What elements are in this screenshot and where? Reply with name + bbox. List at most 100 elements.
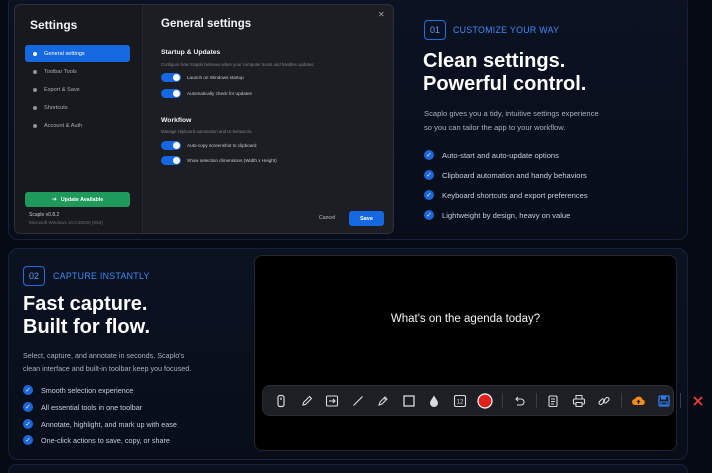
feature-item: ✓ All essential tools in one toolbar [23, 402, 142, 412]
check-icon: ✓ [424, 210, 434, 220]
show-dimensions-toggle[interactable] [161, 155, 181, 165]
update-available-button[interactable]: ➜ Update Available [25, 192, 130, 207]
nav-item-general-settings[interactable]: General settings [25, 45, 130, 62]
startup-updates-heading: Startup & Updates [161, 49, 221, 56]
marker-tool-icon[interactable] [374, 392, 392, 410]
workflow-heading: Workflow [161, 117, 192, 124]
close-icon[interactable]: ✕ [378, 10, 385, 19]
toolbar-separator [501, 393, 503, 408]
nav-item-label: Export & Save [44, 86, 80, 93]
update-button-label: Update Available [60, 196, 104, 203]
headline-line: Powerful control. [423, 73, 587, 95]
arrow-tool-icon[interactable] [323, 392, 341, 410]
description-line: so you can tailor the app to your workfl… [424, 122, 566, 132]
print-icon[interactable] [570, 392, 588, 410]
feature-item: ✓ Keyboard shortcuts and export preferenc… [424, 190, 588, 200]
section-description: Select, capture, and annotate in seconds… [23, 349, 191, 375]
select-tool-icon[interactable] [272, 392, 290, 410]
feature-item: ✓ One-click actions to save, copy, or sha… [23, 435, 170, 445]
rectangle-tool-icon[interactable] [400, 392, 418, 410]
upload-icon[interactable] [629, 392, 647, 410]
description-line: clean interface and built-in toolbar kee… [23, 364, 192, 373]
check-icon: ✓ [23, 385, 33, 395]
toolbar-separator [620, 393, 622, 408]
toggle-label: Automatically check for updates [187, 90, 252, 96]
nav-dot-icon [33, 51, 37, 56]
close-icon[interactable] [689, 392, 707, 410]
line-tool-icon[interactable] [349, 392, 367, 410]
toggle-label: Auto-copy screenshot to clipboard [187, 142, 257, 148]
nav-item-label: General settings [44, 50, 85, 57]
check-icon: ✓ [23, 435, 33, 445]
feature-item: ✓ Annotate, highlight, and mark up with e… [23, 419, 177, 429]
color-picker-icon[interactable] [476, 392, 494, 410]
cancel-button[interactable]: Cancel [319, 215, 335, 221]
toggle-label: Launch on Windows startup [187, 74, 244, 80]
section-description: Scaplo gives you a tidy, intuitive setti… [424, 107, 599, 134]
auto-update-toggle[interactable] [161, 88, 181, 98]
pen-tool-icon[interactable] [298, 392, 316, 410]
nav-item-export-save[interactable]: Export & Save [25, 81, 130, 98]
feature-label: Keyboard shortcuts and export preference… [442, 190, 588, 200]
auto-copy-setting: Auto-copy screenshot to clipboard [161, 140, 256, 150]
link-icon[interactable] [595, 392, 613, 410]
toolbar-separator [535, 393, 537, 408]
nav-item-toolbar-tools[interactable]: Toolbar Tools [25, 63, 130, 80]
settings-window: Settings General settings Toolbar Tools … [14, 4, 394, 234]
save-button[interactable]: Save [349, 211, 384, 226]
headline-line: Clean settings. [423, 50, 566, 72]
check-icon: ✓ [424, 170, 434, 180]
copy-icon[interactable] [544, 392, 562, 410]
section-number-badge: 01 [424, 20, 446, 40]
description-line: Select, capture, and annotate in seconds… [23, 351, 185, 360]
nav-item-account-auth[interactable]: Account & Auth [25, 117, 130, 134]
version-text: Scaplo v0.8.2 [29, 212, 60, 218]
nav-item-label: Account & Auth [44, 122, 83, 129]
nav-dot-icon [33, 69, 37, 74]
general-settings-title: General settings [161, 18, 252, 30]
section-headline: Clean settings. Powerful control. [423, 50, 586, 96]
description-line: Scaplo gives you a tidy, intuitive setti… [424, 109, 599, 118]
feature-item: ✓ Smooth selection experience [23, 385, 133, 395]
counter-tool-icon[interactable]: 12 [451, 392, 469, 410]
check-icon: ✓ [23, 419, 33, 429]
nav-dot-icon [33, 123, 37, 128]
nav-item-shortcuts[interactable]: Shortcuts [25, 99, 130, 116]
capture-question-text: What's on the agenda today? [390, 313, 541, 325]
system-info-text: Microsoft Windows 10.0.26200 (X64) [29, 220, 103, 225]
section-number-badge: 02 [23, 266, 45, 286]
auto-copy-toggle[interactable] [161, 140, 181, 150]
feature-label: All essential tools in one toolbar [41, 402, 143, 412]
nav-dot-icon [33, 105, 37, 110]
settings-nav: General settings Toolbar Tools Export & … [25, 45, 130, 135]
annotation-toolbar: 12 [262, 385, 703, 416]
launch-on-startup-toggle[interactable] [161, 72, 181, 82]
svg-text:12: 12 [456, 399, 463, 405]
settings-sidebar: Settings General settings Toolbar Tools … [15, 5, 143, 233]
section-kicker: CUSTOMIZE YOUR WAY [453, 25, 560, 35]
workflow-description: Manage clipboard automation and UI behav… [161, 129, 253, 134]
undo-icon[interactable] [510, 392, 528, 410]
section-headline: Fast capture. Built for flow. [23, 293, 150, 339]
nav-item-label: Shortcuts [44, 104, 68, 111]
nav-dot-icon [33, 87, 37, 92]
nav-item-label: Toolbar Tools [44, 68, 77, 75]
check-icon: ✓ [424, 190, 434, 200]
settings-title: Settings [30, 18, 78, 32]
section-kicker: CAPTURE INSTANTLY [53, 271, 150, 281]
toolbar-separator [680, 393, 681, 408]
save-icon[interactable] [655, 392, 673, 410]
feature-item: ✓ Clipboard automation and handy behavior… [424, 170, 587, 180]
feature-label: Lightweight by design, heavy on value [442, 210, 571, 220]
startup-updates-description: Configure how Scaplo behaves when your c… [161, 62, 315, 67]
capture-preview: What's on the agenda today? 12 [254, 255, 703, 451]
check-icon: ✓ [23, 402, 33, 412]
feature-label: Smooth selection experience [41, 385, 134, 395]
check-icon: ✓ [424, 150, 434, 160]
feature-item: ✓ Auto-start and auto-update options [424, 150, 559, 160]
show-dimensions-setting: Show selection dimensions (Width x Heigh… [161, 155, 277, 165]
blur-tool-icon[interactable] [425, 392, 443, 410]
launch-on-startup-setting: Launch on Windows startup [161, 72, 244, 82]
next-section-edge [8, 464, 688, 473]
download-arrow-icon: ➜ [51, 197, 57, 203]
